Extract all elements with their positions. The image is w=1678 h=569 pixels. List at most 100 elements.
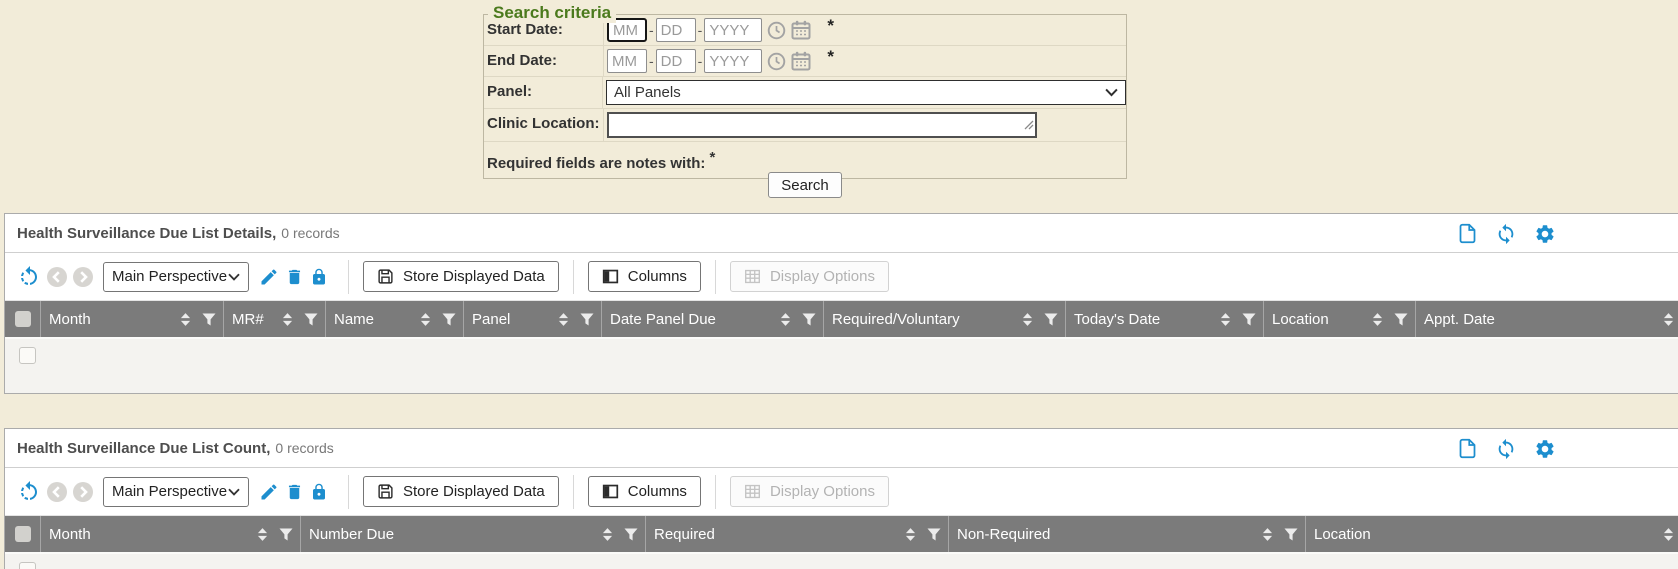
filter-icon[interactable]	[927, 528, 941, 541]
lock-icon[interactable]	[310, 482, 328, 502]
empty-table-row	[5, 339, 1678, 393]
header-checkbox-cell	[5, 516, 41, 552]
end-date-year-input[interactable]	[704, 49, 762, 73]
row-checkbox[interactable]	[19, 562, 36, 569]
lock-icon[interactable]	[310, 267, 328, 287]
start-date-day-input[interactable]	[656, 18, 696, 42]
columns-button[interactable]: Columns	[588, 476, 701, 507]
header-checkbox-cell	[5, 301, 41, 337]
refresh-icon[interactable]	[1495, 223, 1517, 245]
end-date-label: End Date:	[484, 46, 603, 76]
date-separator: -	[698, 22, 703, 38]
perspective-select-value: Main Perspective	[112, 268, 227, 285]
perspective-select[interactable]: Main Perspective	[103, 477, 249, 507]
document-icon[interactable]	[1457, 438, 1478, 459]
filter-icon[interactable]	[279, 528, 293, 541]
select-all-checkbox[interactable]	[15, 526, 31, 542]
search-button[interactable]: Search	[768, 172, 842, 198]
display-options-button[interactable]: Display Options	[730, 476, 889, 507]
select-all-checkbox[interactable]	[15, 311, 31, 327]
panel-title-bar: Health Surveillance Due List Count, 0 re…	[5, 429, 1678, 468]
column-header-today-s-date: Today's Date	[1066, 301, 1264, 337]
next-perspective-icon[interactable]	[73, 267, 93, 287]
document-icon[interactable]	[1457, 223, 1478, 244]
toolbar-divider	[348, 260, 349, 294]
column-header-date-panel-due: Date Panel Due	[602, 301, 824, 337]
clinic-location-row: Clinic Location:	[484, 109, 1126, 142]
column-header-label: Today's Date	[1074, 311, 1160, 328]
perspective-select-value: Main Perspective	[112, 483, 227, 500]
reset-perspective-icon[interactable]	[17, 265, 41, 289]
filter-icon[interactable]	[202, 313, 216, 326]
filter-icon[interactable]	[1394, 313, 1408, 326]
perspective-select[interactable]: Main Perspective	[103, 262, 249, 292]
column-header-label: Month	[49, 311, 91, 328]
column-header-appt-date: Appt. Date	[1416, 301, 1678, 337]
sort-icon[interactable]	[420, 312, 431, 327]
previous-perspective-icon[interactable]	[47, 267, 67, 287]
filter-icon[interactable]	[304, 313, 318, 326]
search-criteria-legend: Search criteria	[488, 3, 616, 23]
chevron-down-icon	[228, 488, 240, 496]
edit-pencil-icon[interactable]	[259, 267, 279, 287]
gear-icon[interactable]	[1534, 438, 1556, 460]
clock-icon[interactable]	[767, 21, 786, 40]
gear-icon[interactable]	[1534, 223, 1556, 245]
end-date-month-input[interactable]	[607, 49, 647, 73]
search-criteria-fieldset: Search criteria Start Date: - - * End Da…	[483, 14, 1127, 179]
calendar-icon[interactable]	[791, 51, 811, 71]
columns-icon	[602, 268, 619, 285]
table-header-row: MonthMR#NamePanelDate Panel DueRequired/…	[5, 301, 1678, 339]
sort-icon[interactable]	[1022, 312, 1033, 327]
filter-icon[interactable]	[1242, 313, 1256, 326]
previous-perspective-icon[interactable]	[47, 482, 67, 502]
sort-icon[interactable]	[257, 527, 268, 542]
filter-icon[interactable]	[1284, 528, 1298, 541]
filter-icon[interactable]	[1044, 313, 1058, 326]
sort-icon[interactable]	[180, 312, 191, 327]
empty-table-row	[5, 554, 1678, 569]
sort-icon[interactable]	[905, 527, 916, 542]
calendar-icon[interactable]	[791, 20, 811, 40]
sort-icon[interactable]	[1372, 312, 1383, 327]
sort-icon[interactable]	[1663, 527, 1674, 542]
store-displayed-data-button[interactable]: Store Displayed Data	[363, 261, 559, 292]
edit-pencil-icon[interactable]	[259, 482, 279, 502]
filter-icon[interactable]	[624, 528, 638, 541]
column-header-label: Location	[1272, 311, 1329, 328]
clock-icon[interactable]	[767, 52, 786, 71]
toolbar-divider	[573, 260, 574, 294]
reset-perspective-icon[interactable]	[17, 480, 41, 504]
columns-button[interactable]: Columns	[588, 261, 701, 292]
row-checkbox[interactable]	[19, 347, 36, 364]
refresh-icon[interactable]	[1495, 438, 1517, 460]
record-count: 0 records	[281, 225, 339, 241]
sort-icon[interactable]	[602, 527, 613, 542]
filter-icon[interactable]	[442, 313, 456, 326]
sort-icon[interactable]	[780, 312, 791, 327]
display-options-button[interactable]: Display Options	[730, 261, 889, 292]
panel-select[interactable]: All Panels	[606, 80, 1126, 105]
filter-icon[interactable]	[802, 313, 816, 326]
panel-gap	[0, 394, 1678, 428]
save-floppy-icon	[377, 268, 394, 285]
end-date-day-input[interactable]	[656, 49, 696, 73]
column-header-label: Location	[1314, 526, 1371, 543]
column-header-label: Month	[49, 526, 91, 543]
next-perspective-icon[interactable]	[73, 482, 93, 502]
grid-icon	[744, 268, 761, 285]
sort-icon[interactable]	[1262, 527, 1273, 542]
trash-icon[interactable]	[285, 267, 304, 287]
sort-icon[interactable]	[1220, 312, 1231, 327]
sort-icon[interactable]	[1663, 312, 1674, 327]
sort-icon[interactable]	[558, 312, 569, 327]
clinic-location-label: Clinic Location:	[484, 109, 603, 141]
trash-icon[interactable]	[285, 482, 304, 502]
filter-icon[interactable]	[580, 313, 594, 326]
column-header-name: Name	[326, 301, 464, 337]
start-date-year-input[interactable]	[704, 18, 762, 42]
sort-icon[interactable]	[282, 312, 293, 327]
clinic-location-input[interactable]	[607, 112, 1037, 138]
store-displayed-data-button[interactable]: Store Displayed Data	[363, 476, 559, 507]
table-toolbar: Main Perspective Store Displayed Data Co…	[5, 253, 1678, 301]
